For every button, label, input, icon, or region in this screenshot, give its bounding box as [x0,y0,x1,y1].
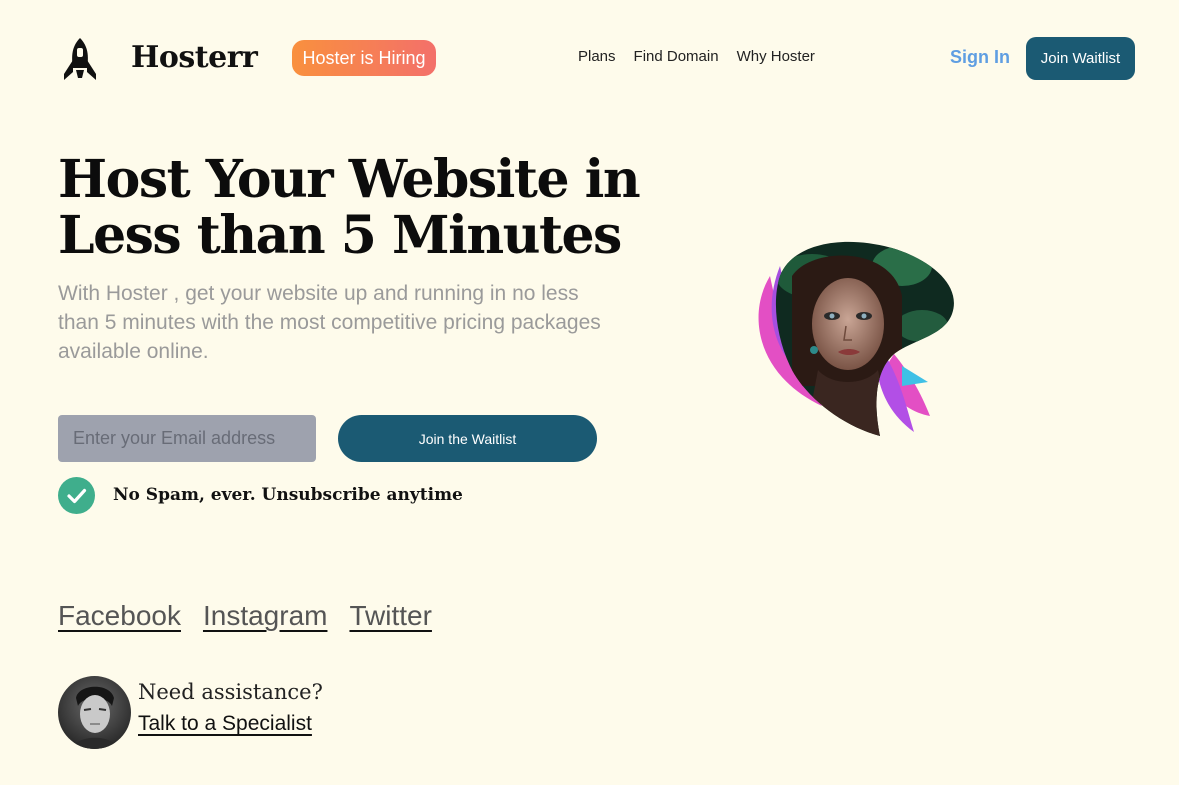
hero-portrait-image [758,241,954,436]
sign-in-link[interactable]: Sign In [950,47,1010,68]
main-nav: Plans Find Domain Why Hoster [578,48,815,65]
no-spam-note: No Spam, ever. Unsubscribe anytime [113,485,463,505]
join-the-waitlist-button[interactable]: Join the Waitlist [338,415,597,462]
check-circle-icon [58,477,95,514]
brand-name[interactable]: Hosterr [131,38,258,78]
specialist-avatar [58,676,131,749]
talk-to-specialist-link[interactable]: Talk to a Specialist [138,710,312,738]
nav-why-hoster[interactable]: Why Hoster [737,48,815,65]
hero-subtext: With Hoster , get your website up and ru… [58,282,601,363]
hiring-badge[interactable]: Hoster is Hiring [292,40,436,76]
facebook-link[interactable]: Facebook [58,600,181,632]
join-waitlist-button[interactable]: Join Waitlist [1026,37,1135,80]
nav-plans[interactable]: Plans [578,48,616,65]
instagram-link[interactable]: Instagram [203,600,328,632]
hero-headline: Host Your Website in Less than 5 Minutes [58,149,641,266]
rocket-icon[interactable] [58,36,102,82]
twitter-link[interactable]: Twitter [349,600,431,632]
assistance-question: Need assistance? [138,680,323,704]
nav-find-domain[interactable]: Find Domain [634,48,719,65]
social-links: Facebook Instagram Twitter [58,600,432,632]
email-input[interactable] [58,415,316,462]
